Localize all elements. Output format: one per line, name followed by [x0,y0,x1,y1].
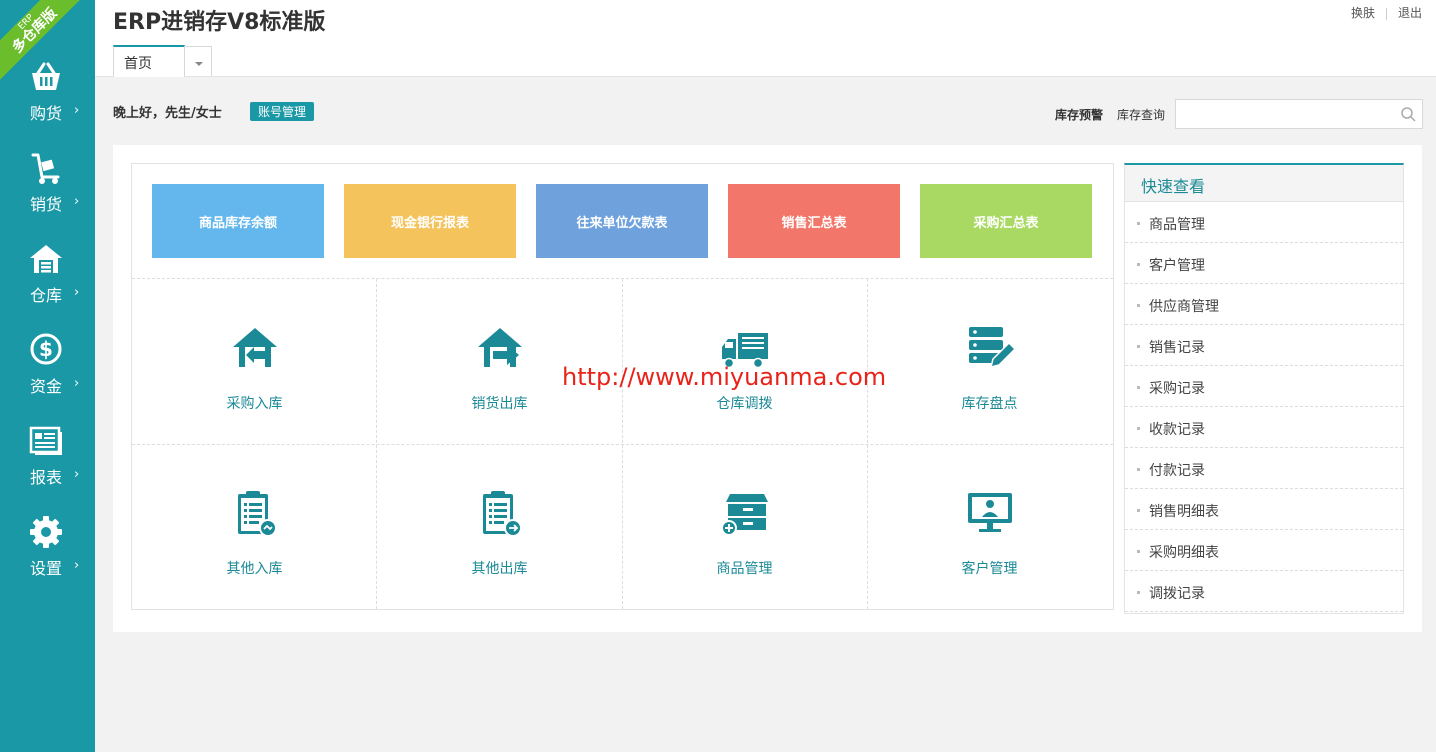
sidebar-item-label: 购货 [30,104,63,123]
stock-search-input[interactable] [1176,100,1394,128]
page-title: ERP进销存V8标准版 [113,10,326,35]
report-tile-sales-summary[interactable]: 销售汇总表 [728,184,900,258]
inventory-edit-icon [969,327,1015,369]
report-tile-cash-bank[interactable]: 现金银行报表 [344,184,516,258]
greeting-text: 晚上好，先生/女士 [113,106,222,121]
chevron-right-icon: › [74,467,80,482]
quick-view-item[interactable]: 调拨记录 [1125,571,1403,612]
tab-home[interactable]: 首页 [113,45,185,77]
quick-view-item[interactable]: 供应商管理 [1125,284,1403,325]
change-skin-link[interactable]: 换肤 [1351,6,1375,20]
clipboard-in-icon [238,491,277,537]
chevron-right-icon: › [74,376,80,391]
basket-icon [32,62,60,90]
header: ERP进销存V8标准版 换肤 退出 首页 [95,0,1436,77]
action-label: 采购入库 [226,396,283,412]
quick-view-title: 快速查看 [1125,165,1403,202]
quick-view-item[interactable]: 客户管理 [1125,243,1403,284]
quick-view-item[interactable]: 采购明细表 [1125,530,1403,571]
action-label: 销货出库 [471,396,528,412]
action-label: 其他出库 [471,561,528,577]
sidebar-item-label: 仓库 [30,286,63,305]
action-other-in[interactable]: 其他入库 [132,444,377,609]
stock-query-label: 库存查询 [1117,108,1166,122]
sidebar-item-sales[interactable]: 销货 › [0,151,95,231]
report-icon [29,426,62,455]
watermark-text: http://www.miyuanma.com [562,363,887,391]
chevron-right-icon: › [74,285,80,300]
svg-text:$: $ [39,337,53,361]
sidebar-item-label: 销货 [30,195,63,214]
clipboard-out-icon [483,491,522,537]
sidebar: ERP 多仓库版 购货 › 销货 › 仓库 › $ 资金 › 报表 › 设置 › [0,0,95,752]
account-management-button[interactable]: 账号管理 [250,102,315,121]
action-product-management[interactable]: 商品管理 [622,444,867,609]
warehouse-icon [30,245,62,273]
sidebar-item-funds[interactable]: $ 资金 › [0,333,95,413]
logout-link[interactable]: 退出 [1398,6,1422,20]
house-in-icon [233,328,277,367]
action-label: 商品管理 [716,561,773,577]
action-label: 仓库调拨 [716,396,773,412]
action-stock-count[interactable]: 库存盘点 [867,279,1112,444]
trolley-icon [31,153,60,184]
action-sales-out[interactable]: 销货出库 [377,279,622,444]
action-other-out[interactable]: 其他出库 [377,444,622,609]
report-tile-arrears[interactable]: 往来单位欠款表 [536,184,708,258]
action-label: 库存盘点 [961,396,1018,412]
sidebar-item-label: 报表 [30,468,63,487]
report-tile-stock-balance[interactable]: 商品库存余额 [152,184,324,258]
quick-view-item[interactable]: 销售记录 [1125,325,1403,366]
sidebar-item-label: 资金 [30,377,63,396]
sidebar-item-label: 设置 [30,559,63,578]
cabinet-icon [721,494,768,536]
quick-view-item[interactable]: 采购记录 [1125,366,1403,407]
sidebar-item-settings[interactable]: 设置 › [0,515,95,595]
quick-view-item[interactable]: 销售明细表 [1125,489,1403,530]
sidebar-item-reports[interactable]: 报表 › [0,424,95,504]
stock-search-box [1175,99,1423,129]
gear-icon [30,516,62,548]
action-label: 其他入库 [226,561,283,577]
chevron-right-icon: › [74,194,80,209]
search-icon[interactable] [1400,106,1416,122]
action-warehouse-transfer[interactable]: 仓库调拨 [622,279,867,444]
quick-view-item[interactable]: 收款记录 [1125,407,1403,448]
stock-warning-link[interactable]: 库存预警 [1055,106,1103,123]
chevron-right-icon: › [74,558,80,573]
action-purchase-in[interactable]: 采购入库 [132,279,377,444]
quick-view-item[interactable]: 付款记录 [1125,448,1403,489]
quick-view-item[interactable]: 商品管理 [1125,202,1403,243]
quick-view-panel: 快速查看 商品管理 客户管理 供应商管理 销售记录 采购记录 收款记录 付款记录… [1124,163,1404,614]
house-out-icon [478,328,522,367]
dollar-icon: $ [30,333,62,365]
tab-dropdown-button[interactable] [184,46,212,76]
action-customer-management[interactable]: 客户管理 [867,444,1112,609]
sidebar-item-purchase[interactable]: 购货 › [0,60,95,140]
top-links: 换肤 退出 [1351,4,1422,21]
action-label: 客户管理 [961,561,1018,577]
divider [1385,7,1387,20]
chevron-right-icon: › [74,103,80,118]
report-tile-purchase-summary[interactable]: 采购汇总表 [920,184,1092,258]
monitor-user-icon [968,493,1012,532]
report-tiles-row: 商品库存余额 现金银行报表 往来单位欠款表 销售汇总表 采购汇总表 [132,164,1113,279]
sidebar-item-warehouse[interactable]: 仓库 › [0,242,95,322]
